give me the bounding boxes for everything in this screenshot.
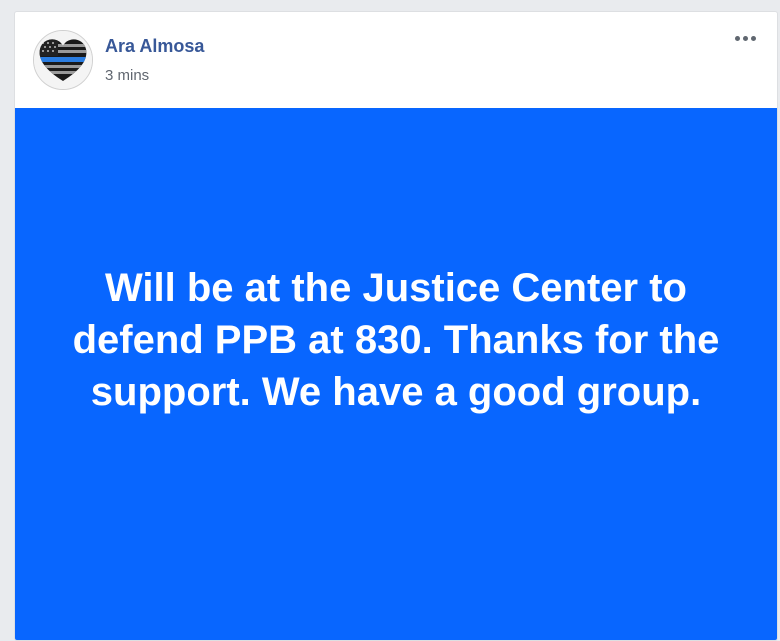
avatar[interactable] [33, 30, 93, 90]
thin-blue-line-heart-flag-icon [34, 31, 92, 89]
post-card: Ara Almosa 3 mins Will be at the Justice… [14, 11, 778, 641]
post-timestamp[interactable]: 3 mins [105, 67, 149, 84]
ellipsis-icon [734, 35, 756, 41]
more-options-button[interactable] [727, 26, 763, 50]
post-header: Ara Almosa 3 mins [15, 12, 777, 108]
status-text: Will be at the Justice Center to defend … [72, 266, 720, 414]
author-name[interactable]: Ara Almosa [105, 36, 204, 57]
status-background: Will be at the Justice Center to defend … [15, 108, 777, 640]
